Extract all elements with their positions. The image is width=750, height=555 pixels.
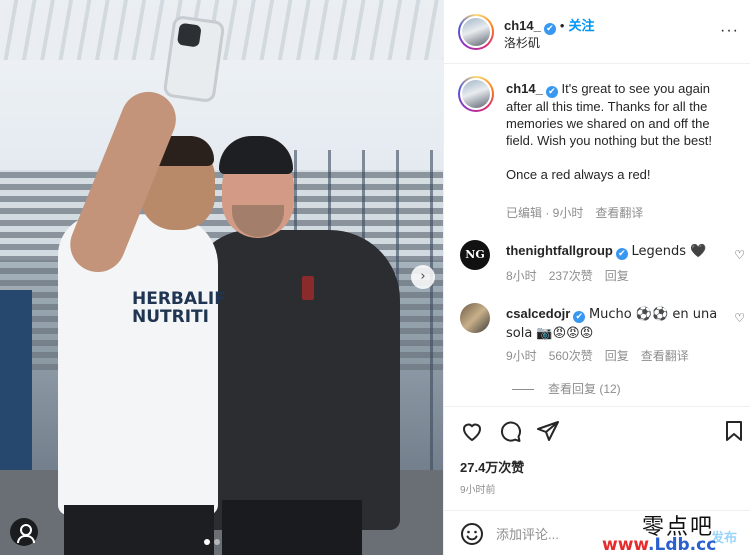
post-time: 9小时前 bbox=[460, 485, 496, 496]
comment-time: 9小时 bbox=[506, 349, 537, 363]
comment-reply-button[interactable]: 回复 bbox=[605, 269, 629, 283]
comment-avatar[interactable] bbox=[460, 303, 490, 333]
watermark-url-www: www bbox=[602, 535, 649, 555]
post-header: ch14_ ✔ • 关注 洛杉矶 ··· bbox=[444, 0, 750, 64]
separator: • bbox=[559, 18, 565, 33]
caption-edited-time: 已编辑 · 9小时 bbox=[506, 206, 584, 220]
caption-username[interactable]: ch14_ bbox=[506, 81, 543, 96]
comment-username[interactable]: csalcedojr bbox=[506, 306, 570, 321]
verified-icon: ✔ bbox=[615, 248, 628, 260]
emoji-icon[interactable] bbox=[460, 522, 484, 546]
comment-meta: 9小时 560次赞 回复 查看翻译 bbox=[506, 347, 701, 364]
avatar[interactable] bbox=[458, 14, 494, 50]
likes-count[interactable]: 27.4万次赞 bbox=[460, 457, 524, 476]
more-icon[interactable]: ··· bbox=[720, 22, 739, 40]
comment-body: csalcedojr ✔ Mucho ⚽⚽ en una sola 📷😡😡😡 bbox=[506, 305, 724, 343]
heart-icon[interactable] bbox=[460, 419, 484, 443]
header-name-row: ch14_ ✔ • 关注 bbox=[504, 15, 594, 35]
comment-username[interactable]: thenightfallgroup bbox=[506, 243, 613, 258]
person-left-shorts bbox=[64, 505, 214, 555]
action-bar bbox=[444, 406, 750, 454]
caption-translate-link[interactable]: 查看翻译 bbox=[595, 206, 643, 220]
person-right-legs bbox=[222, 500, 362, 555]
location-link[interactable]: 洛杉矶 bbox=[504, 34, 540, 51]
verified-icon: ✔ bbox=[573, 311, 586, 323]
comment-meta: 8小时 237次赞 回复 bbox=[506, 267, 641, 284]
caption-body-2: Once a red always a red! bbox=[506, 167, 651, 182]
comment-text: Legends 🖤 bbox=[631, 244, 707, 259]
comment-icon[interactable] bbox=[498, 419, 522, 443]
post-side-panel: ch14_ ✔ • 关注 洛杉矶 ··· ch14_ ✔ It's great to s… bbox=[443, 0, 750, 555]
comment-likes[interactable]: 560次赞 bbox=[549, 349, 593, 363]
comment-reply-button[interactable]: 回复 bbox=[605, 349, 629, 363]
comment-time: 8小时 bbox=[506, 269, 537, 283]
carousel-dot-2 bbox=[214, 539, 220, 545]
phone-camera bbox=[176, 22, 202, 48]
post-photo[interactable]: HERBALIF NUTRITI › bbox=[0, 0, 443, 555]
caption-text: ch14_ ✔ It's great to see you again after… bbox=[506, 80, 738, 200]
next-slide-button[interactable]: › bbox=[411, 265, 435, 289]
jersey-line-2: NUTRITI bbox=[132, 307, 209, 327]
caption-avatar[interactable] bbox=[458, 76, 494, 112]
watermark-url: www.Ldb.cc bbox=[602, 535, 716, 555]
person-right-hoodie bbox=[190, 230, 400, 530]
jersey-line-1: HERBALIF bbox=[132, 289, 226, 309]
view-replies-link[interactable]: 查看回复 (12) bbox=[512, 380, 621, 397]
watermark: 零点吧 www.Ldb.cc bbox=[602, 505, 750, 555]
header-username[interactable]: ch14_ bbox=[504, 18, 541, 33]
watermark-url-domain: .Ldb.cc bbox=[648, 535, 717, 555]
verified-icon: ✔ bbox=[545, 86, 558, 98]
comment-likes[interactable]: 237次赞 bbox=[549, 269, 593, 283]
share-icon[interactable] bbox=[536, 419, 560, 443]
heart-icon[interactable]: ♡ bbox=[734, 311, 745, 325]
comment-translate-link[interactable]: 查看翻译 bbox=[641, 349, 689, 363]
verified-icon: ✔ bbox=[543, 23, 556, 35]
follow-button[interactable]: 关注 bbox=[568, 18, 594, 33]
caption-meta: 已编辑 · 9小时 查看翻译 bbox=[506, 204, 655, 221]
carousel-dot-1 bbox=[204, 539, 210, 545]
tag-icon[interactable] bbox=[10, 518, 38, 546]
hoodie-logo bbox=[302, 276, 314, 300]
save-icon[interactable] bbox=[722, 419, 746, 443]
comment-body: thenightfallgroup ✔ Legends 🖤 bbox=[506, 242, 724, 261]
jersey-sponsor-text: HERBALIF NUTRITI bbox=[132, 289, 226, 327]
heart-icon[interactable]: ♡ bbox=[734, 248, 745, 262]
comment-avatar[interactable]: NG bbox=[460, 240, 490, 270]
carousel-dots bbox=[204, 539, 220, 545]
